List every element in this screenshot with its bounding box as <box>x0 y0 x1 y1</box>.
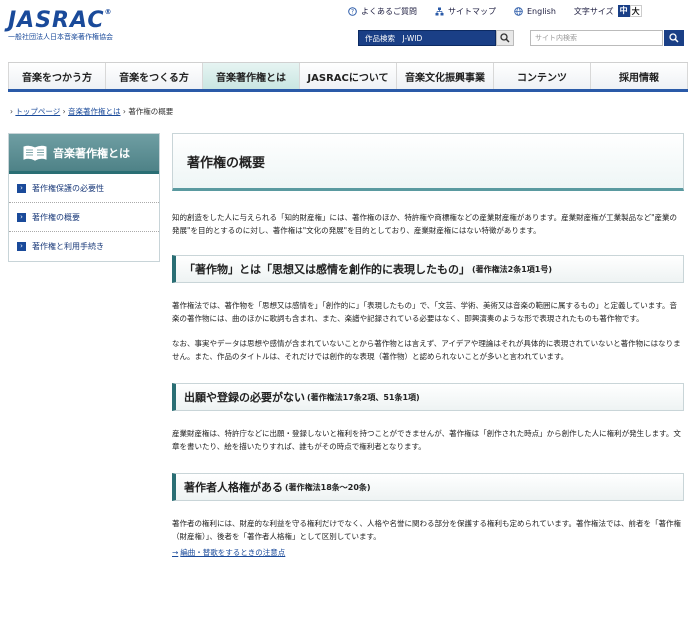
breadcrumb-separator-icon: › <box>122 107 126 116</box>
arrangement-notes-link-label: 編曲・替歌をするときの注意点 <box>180 548 286 557</box>
section-paragraph: 著作者の権利には、財産的な利益を守る権利だけでなく、人格や名誉に関わる部分を保護… <box>172 519 682 541</box>
section-heading-definition: 「著作物」とは「思想又は感情を創作的に表現したもの」 (著作権法2条1項1号) <box>172 255 684 283</box>
section-heading-text: 著作者人格権がある <box>184 481 283 494</box>
logo-subtitle: 一般社団法人日本音楽著作権協会 <box>8 33 113 41</box>
utility-links: ? よくあるご質問 サイトマップ English 文字サイズ 中 大 <box>348 4 642 18</box>
nav-item-about[interactable]: JASRACについて <box>300 63 397 89</box>
logo-registered-mark: ® <box>104 8 113 16</box>
page-title: 著作権の概要 <box>187 155 266 171</box>
breadcrumb: › トップページ › 音楽著作権とは › 著作権の概要 <box>10 106 173 117</box>
font-size-large-button[interactable]: 大 <box>629 5 642 17</box>
site-search-button[interactable] <box>664 30 684 46</box>
faq-link[interactable]: ? よくあるご質問 <box>348 6 417 17</box>
svg-text:?: ? <box>351 8 354 15</box>
breadcrumb-separator-icon: › <box>62 107 66 116</box>
english-link[interactable]: English <box>514 7 556 16</box>
section-heading-text: 「著作物」とは「思想又は感情を創作的に表現したもの」 <box>184 263 470 276</box>
arrow-right-icon: › <box>17 242 26 251</box>
english-link-label: English <box>527 6 556 16</box>
site-search-input[interactable]: サイト内検索 <box>530 30 663 46</box>
arrow-right-icon: → <box>172 548 179 557</box>
question-icon: ? <box>348 6 357 16</box>
sitemap-link[interactable]: サイトマップ <box>435 6 496 17</box>
section-heading-moral-rights: 著作者人格権がある (著作権法18条〜20条) <box>172 473 684 501</box>
nav-item-recruit[interactable]: 採用情報 <box>591 63 688 89</box>
section-heading-registration: 出願や登録の必要がない (著作権法17条2項、51条1項) <box>172 383 684 411</box>
sitemap-icon <box>435 7 444 16</box>
sitemap-link-label: サイトマップ <box>448 6 496 16</box>
section-heading-law-ref: (著作権法18条〜20条) <box>285 482 371 492</box>
breadcrumb-home-link[interactable]: トップページ <box>15 107 60 116</box>
sidebar-item-necessity[interactable]: › 著作権保護の必要性 <box>9 174 159 203</box>
font-size-medium-button[interactable]: 中 <box>617 5 630 17</box>
works-search-box[interactable]: 作品検索 J-WID <box>358 30 496 46</box>
section-paragraph: 産業財産権は、特許庁などに出願・登録しないと権利を持つことができませんが、著作権… <box>172 429 681 451</box>
nav-item-users[interactable]: 音楽をつかう方 <box>8 63 106 89</box>
section-heading-law-ref: (著作権法17条2項、51条1項) <box>307 392 420 402</box>
intro-paragraph: 知的創造をした人に与えられる「知的財産権」には、著作権のほか、特許権や商標権など… <box>172 213 678 235</box>
section-heading-law-ref: (著作権法2条1項1号) <box>472 264 553 274</box>
sidebar-item-label: 著作権と利用手続き <box>32 242 104 251</box>
nav-item-contents[interactable]: コンテンツ <box>494 63 591 89</box>
sidebar-item-procedures[interactable]: › 著作権と利用手続き <box>9 232 159 261</box>
jasrac-logo[interactable]: JASRAC® 一般社団法人日本音楽著作権協会 <box>8 8 113 42</box>
site-header: JASRAC® 一般社団法人日本音楽著作権協会 ? よくあるご質問 サイトマップ… <box>0 0 695 58</box>
section-heading-text: 出願や登録の必要がない <box>184 391 305 404</box>
globe-icon <box>514 6 523 16</box>
works-search: 作品検索 J-WID <box>358 30 514 46</box>
global-nav: 音楽をつかう方 音楽をつくる方 音楽著作権とは JASRACについて 音楽文化振… <box>8 62 688 92</box>
arrow-right-icon: › <box>17 212 26 222</box>
main-content: 著作権の概要 知的創造をした人に与えられる「知的財産権」には、著作権のほか、特許… <box>172 133 684 558</box>
section-paragraph: 著作権法では、著作物を「思想又は感情を」「創作的に」「表現したもの」で、「文芸、… <box>172 301 677 323</box>
sidebar-title-label: 音楽著作権とは <box>53 146 130 160</box>
nav-item-creators[interactable]: 音楽をつくる方 <box>106 63 203 89</box>
logo-text: JASRAC <box>8 8 105 33</box>
faq-link-label: よくあるご質問 <box>361 6 417 16</box>
breadcrumb-current: 著作権の概要 <box>128 107 174 116</box>
page-title-box: 著作権の概要 <box>172 133 684 191</box>
font-size-label: 文字サイズ <box>573 6 614 16</box>
nav-item-copyright[interactable]: 音楽著作権とは <box>203 63 300 89</box>
search-icon <box>500 33 510 43</box>
font-size-switcher: 文字サイズ 中 大 <box>574 5 642 17</box>
arrow-right-icon: › <box>17 183 26 193</box>
breadcrumb-separator-icon: › <box>10 107 13 116</box>
sidebar-item-label: 著作権の概要 <box>32 212 80 222</box>
breadcrumb-parent-link[interactable]: 音楽著作権とは <box>68 107 121 116</box>
book-icon <box>23 145 47 161</box>
works-search-button[interactable] <box>496 30 514 46</box>
sidebar: 音楽著作権とは › 著作権保護の必要性 › 著作権の概要 › 著作権と利用手続き <box>8 133 160 262</box>
sidebar-title[interactable]: 音楽著作権とは <box>9 134 159 174</box>
arrangement-notes-link[interactable]: → 編曲・替歌をするときの注意点 <box>172 547 684 558</box>
section-paragraph: なお、事実やデータは思想や感情が含まれていないことから著作物とは言えず、アイデア… <box>172 339 681 361</box>
nav-item-culture[interactable]: 音楽文化振興事業 <box>397 63 494 89</box>
search-icon <box>669 33 679 43</box>
sidebar-item-label: 著作権保護の必要性 <box>32 183 104 193</box>
sidebar-item-overview[interactable]: › 著作権の概要 <box>9 203 159 232</box>
